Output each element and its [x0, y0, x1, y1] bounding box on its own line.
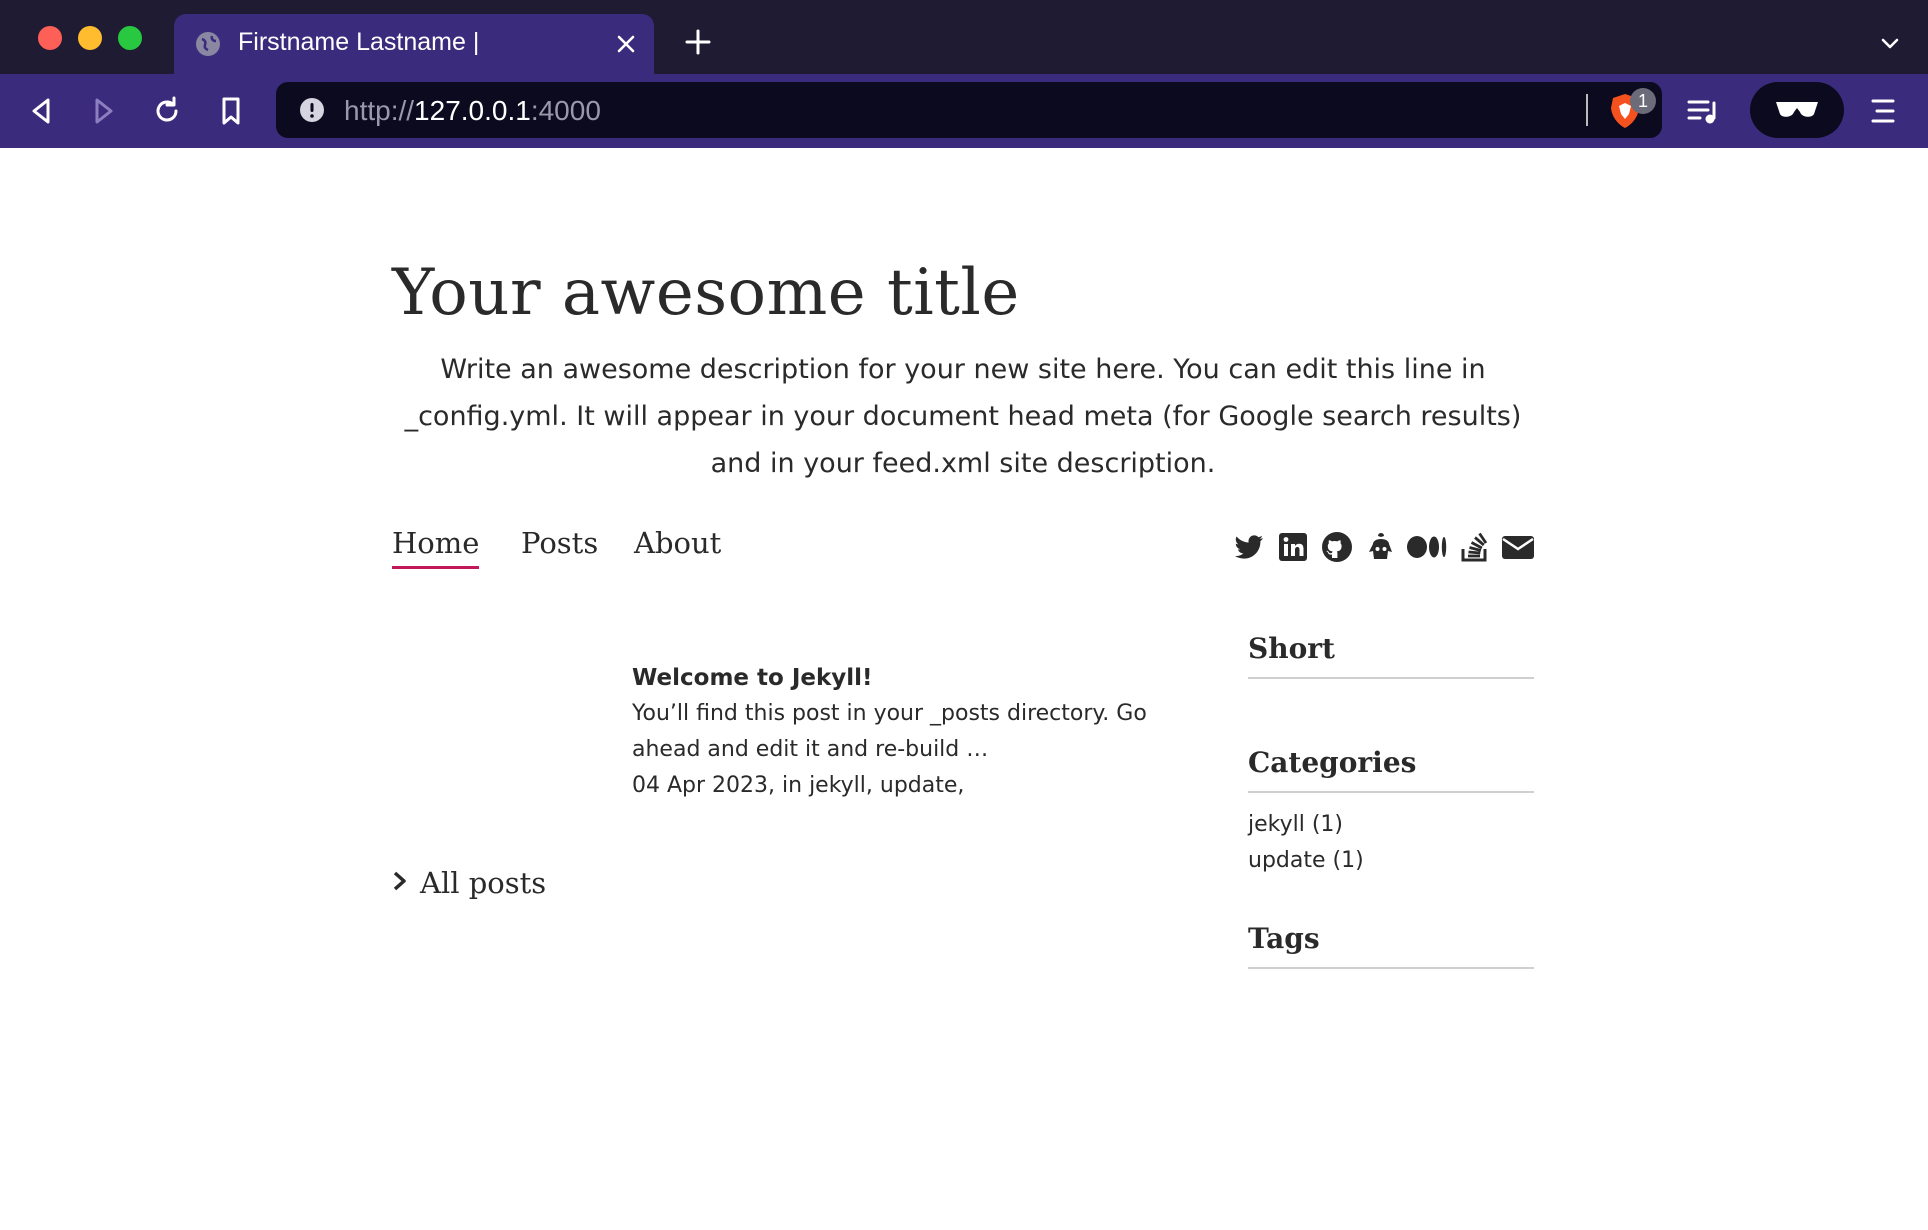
email-icon[interactable] — [1500, 530, 1536, 564]
category-item-update[interactable]: update (1) — [1248, 843, 1534, 879]
twitter-icon[interactable] — [1232, 530, 1266, 564]
zoom-window-button[interactable] — [118, 26, 142, 50]
chevron-right-icon — [392, 864, 408, 891]
tags-title: Tags — [1248, 922, 1534, 969]
hamburger-menu-icon[interactable] — [1868, 96, 1898, 126]
category-list: jekyll (1) update (1) — [1248, 807, 1534, 879]
bookmark-button[interactable] — [214, 94, 248, 128]
nav-item-posts[interactable]: Posts — [521, 526, 598, 566]
post-meta: 04 Apr 2023, in jekyll, update, — [632, 773, 965, 798]
categories-title: Categories — [1248, 746, 1534, 793]
short-widget: Short — [1248, 632, 1534, 679]
post-excerpt: You’ll find this post in your _posts dir… — [632, 701, 1147, 762]
tab-title: Firstname Lastname | — [238, 28, 480, 56]
reload-button[interactable] — [150, 94, 184, 128]
kaggle-icon[interactable] — [1364, 530, 1398, 564]
post-card: Welcome to Jekyll! You’ll find this post… — [632, 660, 1222, 804]
url-text: http://127.0.0.1:4000 — [344, 95, 601, 127]
reader-mode-button[interactable] — [1750, 82, 1844, 138]
linkedin-icon[interactable] — [1276, 530, 1310, 564]
categories-widget: Categories jekyll (1) update (1) — [1248, 746, 1534, 879]
playlist-icon[interactable] — [1686, 94, 1722, 128]
globe-icon — [194, 30, 222, 58]
site-description: Write an awesome description for your ne… — [404, 354, 1522, 479]
all-posts-label: All posts — [420, 866, 547, 900]
minimize-window-button[interactable] — [78, 26, 102, 50]
address-bar-divider — [1586, 94, 1588, 126]
all-posts-link[interactable]: All posts — [392, 864, 546, 900]
browser-tab[interactable]: Firstname Lastname | — [174, 14, 654, 74]
url-host: 127.0.0.1 — [414, 95, 531, 126]
stackoverflow-icon[interactable] — [1458, 530, 1492, 564]
site-info-icon[interactable] — [298, 96, 326, 124]
browser-tab-bar: Firstname Lastname | — [0, 0, 1928, 74]
category-item-jekyll[interactable]: jekyll (1) — [1248, 807, 1534, 843]
tags-widget: Tags — [1248, 922, 1534, 969]
page-content: Your awesome title Write an awesome desc… — [0, 148, 1928, 1230]
site-title[interactable]: Your awesome title — [392, 256, 1020, 330]
post-title[interactable]: Welcome to Jekyll! — [632, 660, 1222, 696]
new-tab-button[interactable] — [684, 28, 712, 56]
medium-icon[interactable] — [1406, 530, 1450, 564]
nav-item-about[interactable]: About — [634, 526, 721, 566]
nav-item-home[interactable]: Home — [392, 526, 480, 569]
short-title: Short — [1248, 632, 1534, 679]
url-port: :4000 — [530, 95, 601, 126]
forward-button[interactable] — [87, 94, 121, 128]
address-bar[interactable]: http://127.0.0.1:4000 1 — [276, 82, 1662, 138]
shields-count-badge: 1 — [1630, 88, 1656, 114]
close-icon[interactable] — [612, 30, 640, 58]
chevron-down-icon[interactable] — [1876, 34, 1904, 54]
url-scheme: http:// — [344, 95, 415, 126]
github-icon[interactable] — [1320, 530, 1354, 564]
browser-toolbar: http://127.0.0.1:4000 1 — [0, 74, 1928, 148]
back-button[interactable] — [24, 94, 58, 128]
close-window-button[interactable] — [38, 26, 62, 50]
